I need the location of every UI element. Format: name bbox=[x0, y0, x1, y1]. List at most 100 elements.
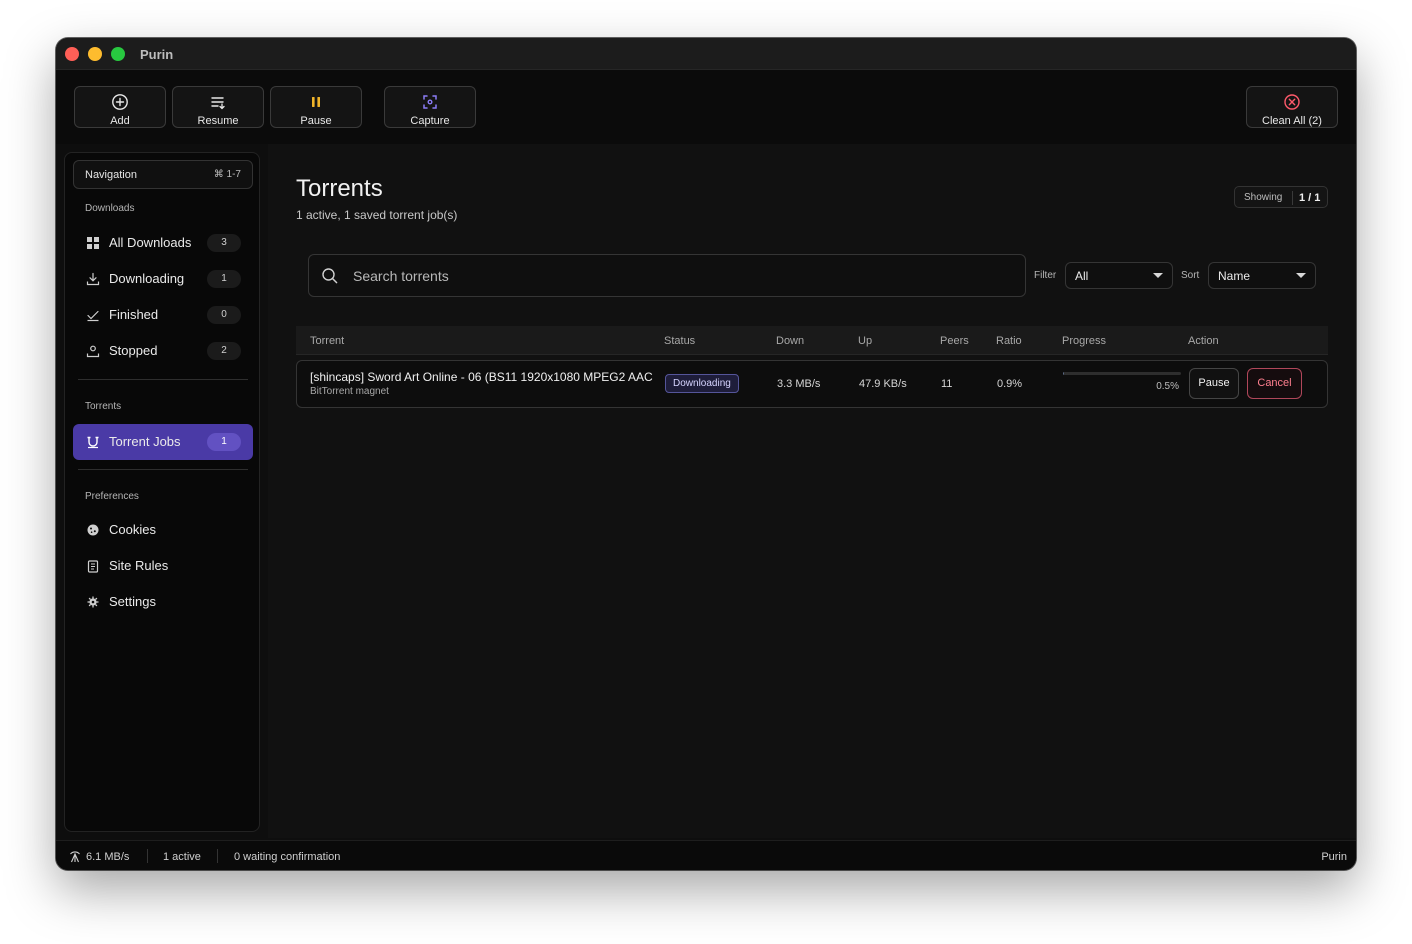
sidebar-item-torrent-jobs[interactable]: Torrent Jobs 1 bbox=[73, 424, 253, 460]
showing-value: 1 / 1 bbox=[1299, 192, 1321, 204]
total-speed: 6.1 MB/s bbox=[86, 851, 130, 863]
search-box[interactable] bbox=[308, 254, 1026, 297]
capture-label: Capture bbox=[410, 115, 450, 127]
status-separator bbox=[217, 849, 218, 863]
sidebar: Navigation ⌘ 1-7 Downloads All Downloads… bbox=[64, 152, 260, 832]
gear-icon bbox=[87, 596, 99, 608]
search-input[interactable] bbox=[353, 265, 993, 287]
sidebar-item-finished[interactable]: Finished 0 bbox=[73, 297, 253, 333]
sidebar-item-label: Site Rules bbox=[109, 558, 169, 573]
ratio-value: 0.9% bbox=[997, 378, 1023, 390]
sidebar-item-label: Finished bbox=[109, 307, 159, 322]
pause-icon bbox=[312, 97, 320, 107]
stop-icon bbox=[86, 345, 100, 358]
cookie-icon bbox=[87, 524, 99, 536]
sidebar-item-all-downloads[interactable]: All Downloads 3 bbox=[73, 225, 253, 261]
filter-select[interactable]: All bbox=[1065, 262, 1173, 289]
zoom-window-button[interactable] bbox=[111, 47, 125, 61]
toolbar: Add Resume Pause Capture Clean All (2) bbox=[56, 70, 1356, 144]
column-header-action: Action bbox=[1188, 335, 1219, 347]
navigation-header[interactable]: Navigation ⌘ 1-7 bbox=[73, 160, 253, 189]
sidebar-item-label: Stopped bbox=[109, 343, 158, 358]
sort-select[interactable]: Name bbox=[1208, 262, 1316, 289]
app-window: Purin Add Resume Pause Capture Clean All… bbox=[56, 38, 1356, 870]
close-circle-icon bbox=[1284, 94, 1300, 110]
sidebar-divider bbox=[78, 379, 248, 380]
clipboard-icon bbox=[87, 560, 99, 573]
plus-circle-icon bbox=[112, 94, 128, 110]
column-header-ratio[interactable]: Ratio bbox=[996, 335, 1022, 347]
pause-all-button[interactable]: Pause bbox=[270, 86, 362, 128]
count-badge: 3 bbox=[207, 234, 241, 252]
list-resume-icon bbox=[211, 97, 225, 110]
progress-fill bbox=[1063, 372, 1064, 375]
sidebar-item-label: Settings bbox=[109, 594, 156, 609]
sort-label: Sort bbox=[1181, 270, 1200, 281]
sidebar-item-label: Torrent Jobs bbox=[109, 434, 181, 449]
add-button[interactable]: Add bbox=[74, 86, 166, 128]
magnet-icon bbox=[87, 436, 99, 449]
status-bar: 6.1 MB/s 1 active 0 waiting confirmation… bbox=[56, 840, 1356, 870]
downloads-section-label: Downloads bbox=[85, 203, 135, 214]
chevron-down-icon bbox=[1153, 273, 1163, 278]
sidebar-item-cookies[interactable]: Cookies bbox=[73, 512, 253, 548]
title-bar: Purin bbox=[56, 38, 1356, 70]
sidebar-item-site-rules[interactable]: Site Rules bbox=[73, 548, 253, 584]
clean-all-label: Clean All (2) bbox=[1262, 115, 1322, 127]
table-header: Torrent Status Down Up Peers Ratio Progr… bbox=[296, 326, 1328, 355]
column-header-up[interactable]: Up bbox=[858, 335, 872, 347]
count-badge: 1 bbox=[207, 433, 241, 451]
filter-label: Filter bbox=[1034, 270, 1057, 281]
sidebar-item-settings[interactable]: Settings bbox=[73, 584, 253, 620]
sort-value: Name bbox=[1218, 269, 1251, 283]
pause-button[interactable]: Pause bbox=[1189, 368, 1239, 399]
check-icon bbox=[87, 310, 99, 322]
minimize-window-button[interactable] bbox=[88, 47, 102, 61]
up-speed: 47.9 KB/s bbox=[859, 378, 907, 390]
window-title: Purin bbox=[140, 47, 174, 62]
network-icon bbox=[70, 851, 80, 863]
table-row[interactable]: [shincaps] Sword Art Online - 06 (BS11 1… bbox=[296, 360, 1328, 408]
status-app-name: Purin bbox=[1321, 851, 1347, 863]
filter-value: All bbox=[1075, 269, 1089, 283]
page-subtitle: 1 active, 1 saved torrent job(s) bbox=[296, 208, 458, 222]
active-count: 1 active bbox=[163, 851, 201, 863]
showing-label: Showing bbox=[1244, 192, 1283, 203]
column-header-peers[interactable]: Peers bbox=[940, 335, 969, 347]
close-window-button[interactable] bbox=[65, 47, 79, 61]
navigation-shortcut: ⌘ 1-7 bbox=[213, 169, 241, 180]
sidebar-item-label: Cookies bbox=[109, 522, 156, 537]
torrents-section-label: Torrents bbox=[85, 401, 122, 412]
torrent-name: [shincaps] Sword Art Online - 06 (BS11 1… bbox=[310, 370, 653, 384]
main-content: Torrents 1 active, 1 saved torrent job(s… bbox=[268, 144, 1356, 838]
status-badge: Downloading bbox=[665, 374, 739, 393]
navigation-title: Navigation bbox=[85, 169, 137, 181]
torrent-source: BitTorrent magnet bbox=[310, 386, 389, 397]
column-header-status[interactable]: Status bbox=[664, 335, 695, 347]
search-icon bbox=[322, 268, 338, 284]
progress-percent: 0.5% bbox=[1156, 381, 1179, 392]
pause-label: Pause bbox=[300, 115, 332, 127]
waiting-count: 0 waiting confirmation bbox=[234, 851, 341, 863]
column-header-progress[interactable]: Progress bbox=[1062, 335, 1106, 347]
grid-icon bbox=[87, 237, 99, 249]
sidebar-item-stopped[interactable]: Stopped 2 bbox=[73, 333, 253, 369]
column-header-torrent[interactable]: Torrent bbox=[310, 335, 344, 347]
download-icon bbox=[86, 272, 100, 286]
capture-button[interactable]: Capture bbox=[384, 86, 476, 128]
resume-button[interactable]: Resume bbox=[172, 86, 264, 128]
clean-all-button[interactable]: Clean All (2) bbox=[1246, 86, 1338, 128]
cancel-button[interactable]: Cancel bbox=[1247, 368, 1302, 399]
page-title: Torrents bbox=[296, 175, 383, 202]
sidebar-item-label: All Downloads bbox=[109, 235, 192, 250]
column-header-down[interactable]: Down bbox=[776, 335, 804, 347]
showing-separator bbox=[1292, 191, 1293, 205]
count-badge: 1 bbox=[207, 270, 241, 288]
showing-badge: Showing 1 / 1 bbox=[1234, 186, 1328, 208]
resume-label: Resume bbox=[197, 115, 239, 127]
sidebar-item-downloading[interactable]: Downloading 1 bbox=[73, 261, 253, 297]
sidebar-item-label: Downloading bbox=[109, 271, 185, 286]
preferences-section-label: Preferences bbox=[85, 491, 139, 502]
add-label: Add bbox=[110, 115, 130, 127]
status-separator bbox=[147, 849, 148, 863]
